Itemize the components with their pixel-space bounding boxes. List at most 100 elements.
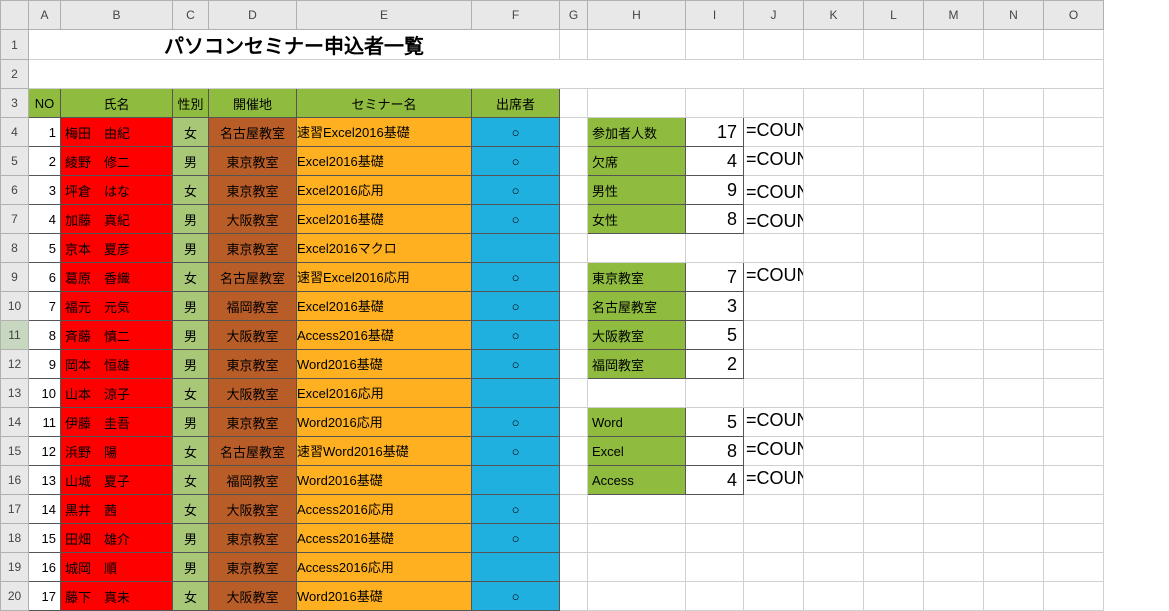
cell[interactable] xyxy=(686,234,744,263)
sem-cell[interactable]: Access2016応用 xyxy=(297,553,472,582)
name-cell[interactable]: 京本 夏彦 xyxy=(61,234,173,263)
name-cell[interactable]: 山本 涼子 xyxy=(61,379,173,408)
cell[interactable] xyxy=(864,350,924,379)
stat-value[interactable]: 4 xyxy=(686,466,744,495)
cell[interactable] xyxy=(924,553,984,582)
cell[interactable] xyxy=(984,350,1044,379)
no-cell[interactable]: 17 xyxy=(29,582,61,611)
cell[interactable] xyxy=(1044,408,1104,437)
sem-cell[interactable]: 速習Excel2016応用 xyxy=(297,263,472,292)
formula-cell[interactable]: =COUNTIF(D4:D20,H9) xyxy=(744,263,804,292)
sem-cell[interactable]: Excel2016応用 xyxy=(297,379,472,408)
cell[interactable] xyxy=(924,408,984,437)
no-cell[interactable]: 2 xyxy=(29,147,61,176)
cell[interactable] xyxy=(864,408,924,437)
cell[interactable] xyxy=(560,147,588,176)
formula-cell[interactable]: =COUNTIF(E4:E20,"*Word*") xyxy=(744,408,804,437)
cell[interactable] xyxy=(1044,234,1104,263)
cell[interactable] xyxy=(744,292,804,321)
cell[interactable] xyxy=(924,176,984,205)
stat-label[interactable]: 参加者人数 xyxy=(588,118,686,147)
no-cell[interactable]: 12 xyxy=(29,437,61,466)
sem-cell[interactable]: Access2016基礎 xyxy=(297,321,472,350)
name-cell[interactable]: 岡本 恒雄 xyxy=(61,350,173,379)
cell[interactable] xyxy=(924,205,984,234)
cell[interactable] xyxy=(804,408,864,437)
cell[interactable] xyxy=(804,321,864,350)
cell[interactable] xyxy=(924,350,984,379)
col-header[interactable]: E xyxy=(297,1,472,30)
stat-label[interactable]: 東京教室 xyxy=(588,263,686,292)
cell[interactable] xyxy=(864,582,924,611)
sem-cell[interactable]: Excel2016応用 xyxy=(297,176,472,205)
formula-cell[interactable]: =COUNTIF(E4:E20,"*Excel*") xyxy=(744,437,804,466)
stat-value[interactable]: 17 xyxy=(686,118,744,147)
cell[interactable] xyxy=(924,321,984,350)
no-cell[interactable]: 3 xyxy=(29,176,61,205)
att-cell[interactable]: ○ xyxy=(472,582,560,611)
cell[interactable] xyxy=(588,553,686,582)
cell[interactable] xyxy=(864,292,924,321)
loc-cell[interactable]: 大阪教室 xyxy=(209,582,297,611)
sex-cell[interactable]: 女 xyxy=(173,118,209,147)
col-header[interactable]: K xyxy=(804,1,864,30)
cell[interactable] xyxy=(864,553,924,582)
grid[interactable]: ABCDEFGHIJKLMNO 1 パソコンセミナー申込者一覧 2 3 NO 氏… xyxy=(0,0,1104,611)
no-cell[interactable]: 6 xyxy=(29,263,61,292)
cell[interactable] xyxy=(984,263,1044,292)
no-cell[interactable]: 14 xyxy=(29,495,61,524)
sem-cell[interactable]: 速習Word2016基礎 xyxy=(297,437,472,466)
att-cell[interactable]: ○ xyxy=(472,495,560,524)
row-header[interactable]: 12 xyxy=(1,350,29,379)
cell[interactable] xyxy=(560,350,588,379)
row-header[interactable]: 20 xyxy=(1,582,29,611)
sem-cell[interactable]: Access2016基礎 xyxy=(297,524,472,553)
cell[interactable] xyxy=(804,263,864,292)
row-header[interactable]: 5 xyxy=(1,147,29,176)
cell[interactable] xyxy=(744,350,804,379)
col-header[interactable]: L xyxy=(864,1,924,30)
name-cell[interactable]: 加藤 真紀 xyxy=(61,205,173,234)
cell[interactable] xyxy=(804,379,864,408)
cell[interactable] xyxy=(984,524,1044,553)
name-cell[interactable]: 浜野 陽 xyxy=(61,437,173,466)
col-header[interactable]: I xyxy=(686,1,744,30)
stat-value[interactable]: 9 xyxy=(686,176,744,205)
cell[interactable] xyxy=(744,582,804,611)
row-header[interactable]: 10 xyxy=(1,292,29,321)
cell[interactable] xyxy=(744,553,804,582)
cell[interactable] xyxy=(560,524,588,553)
cell[interactable] xyxy=(924,379,984,408)
sex-cell[interactable]: 男 xyxy=(173,321,209,350)
cell[interactable] xyxy=(864,147,924,176)
col-header[interactable]: B xyxy=(61,1,173,30)
cell[interactable] xyxy=(560,553,588,582)
cell[interactable] xyxy=(686,379,744,408)
att-cell[interactable]: ○ xyxy=(472,147,560,176)
cell[interactable] xyxy=(864,263,924,292)
row-header[interactable]: 15 xyxy=(1,437,29,466)
att-cell[interactable]: ○ xyxy=(472,321,560,350)
cell[interactable] xyxy=(984,118,1044,147)
att-cell[interactable]: ○ xyxy=(472,524,560,553)
col-header[interactable]: J xyxy=(744,1,804,30)
cell[interactable] xyxy=(924,263,984,292)
cell[interactable] xyxy=(686,495,744,524)
sem-cell[interactable]: Access2016応用 xyxy=(297,495,472,524)
loc-cell[interactable]: 東京教室 xyxy=(209,524,297,553)
cell[interactable] xyxy=(686,582,744,611)
cell[interactable] xyxy=(984,553,1044,582)
stat-value[interactable]: 5 xyxy=(686,408,744,437)
cell[interactable] xyxy=(1044,350,1104,379)
col-header[interactable]: N xyxy=(984,1,1044,30)
row-header[interactable]: 14 xyxy=(1,408,29,437)
cell[interactable] xyxy=(984,321,1044,350)
name-cell[interactable]: 城岡 順 xyxy=(61,553,173,582)
sem-cell[interactable]: Excel2016マクロ xyxy=(297,234,472,263)
no-cell[interactable]: 10 xyxy=(29,379,61,408)
cell[interactable] xyxy=(744,379,804,408)
cell[interactable] xyxy=(560,205,588,234)
no-cell[interactable]: 13 xyxy=(29,466,61,495)
cell[interactable] xyxy=(588,524,686,553)
name-cell[interactable]: 伊藤 圭吾 xyxy=(61,408,173,437)
